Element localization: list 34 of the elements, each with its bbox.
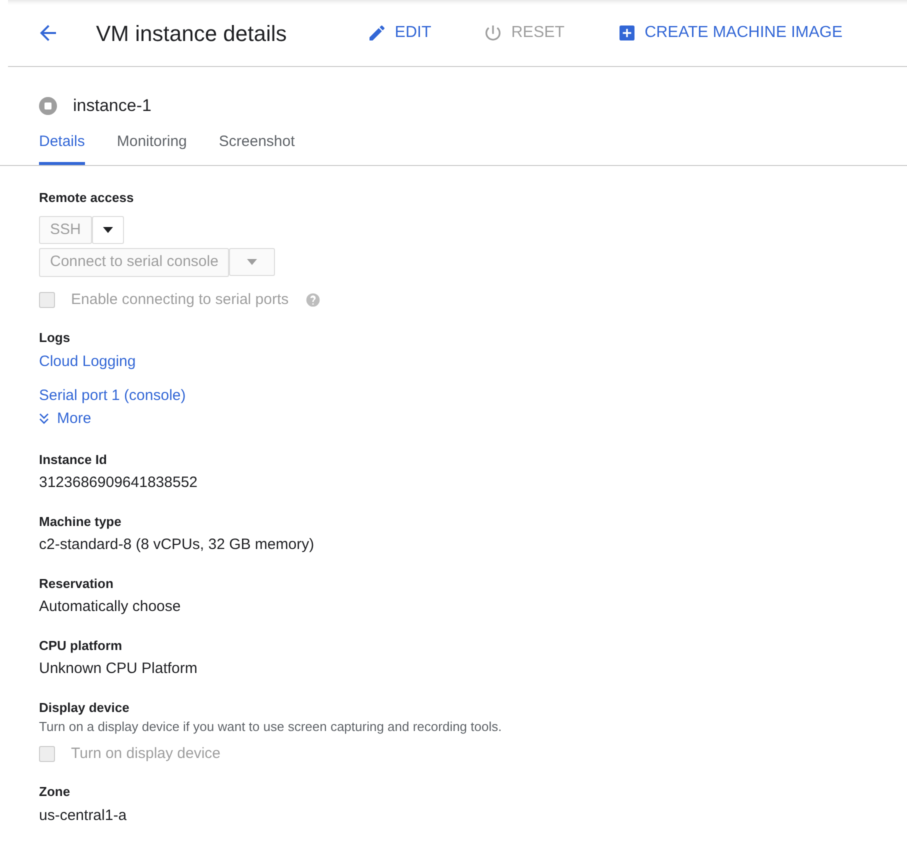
field-value: c2-standard-8 (8 vCPUs, 32 GB memory): [39, 535, 316, 556]
field-label: Display device: [39, 698, 130, 717]
field-label: Zone: [39, 783, 72, 802]
field-label: Machine type: [39, 512, 122, 531]
checkbox-label: Enable connecting to serial ports: [71, 290, 289, 310]
plus-icon: [616, 23, 637, 43]
page-title: VM instance details: [96, 20, 287, 48]
field-description: Turn on a display device if you want to use screen capturing and recording tools.: [39, 718, 503, 736]
caret-icon: [247, 259, 258, 265]
stopped-status-icon: [39, 96, 57, 115]
log-link[interactable]: Cloud Logging: [39, 350, 136, 373]
dropdown-button[interactable]: [92, 216, 124, 244]
field-value: Automatically choose: [39, 597, 182, 618]
field-label: Reservation: [39, 574, 114, 593]
field-label: Remote access: [39, 189, 135, 207]
field-label: Logs: [39, 329, 72, 347]
instance-name: instance-1: [73, 95, 152, 117]
more-link[interactable]: More: [39, 408, 92, 430]
field-value: us-central1-a: [39, 806, 128, 826]
field-label: CPU platform: [39, 636, 124, 655]
pencil-icon: [366, 23, 387, 43]
tab[interactable]: Screenshot: [218, 130, 295, 165]
create-button[interactable]: CREATE MACHINE IMAGE: [616, 17, 843, 49]
double-chevron-icon: [39, 412, 49, 425]
field-value: 3123686909641838552: [39, 473, 199, 494]
tab[interactable]: Details: [39, 130, 85, 165]
checkbox-label: Turn on display device: [71, 744, 221, 764]
field-label: Instance Id: [39, 450, 108, 469]
power-icon: [483, 23, 504, 43]
log-link[interactable]: Serial port 1 (console): [39, 384, 186, 407]
field-value: Unknown CPU Platform: [39, 659, 198, 680]
edit-button[interactable]: EDIT: [366, 17, 432, 49]
caret-icon: [102, 226, 113, 232]
tab[interactable]: Monitoring: [116, 130, 187, 165]
